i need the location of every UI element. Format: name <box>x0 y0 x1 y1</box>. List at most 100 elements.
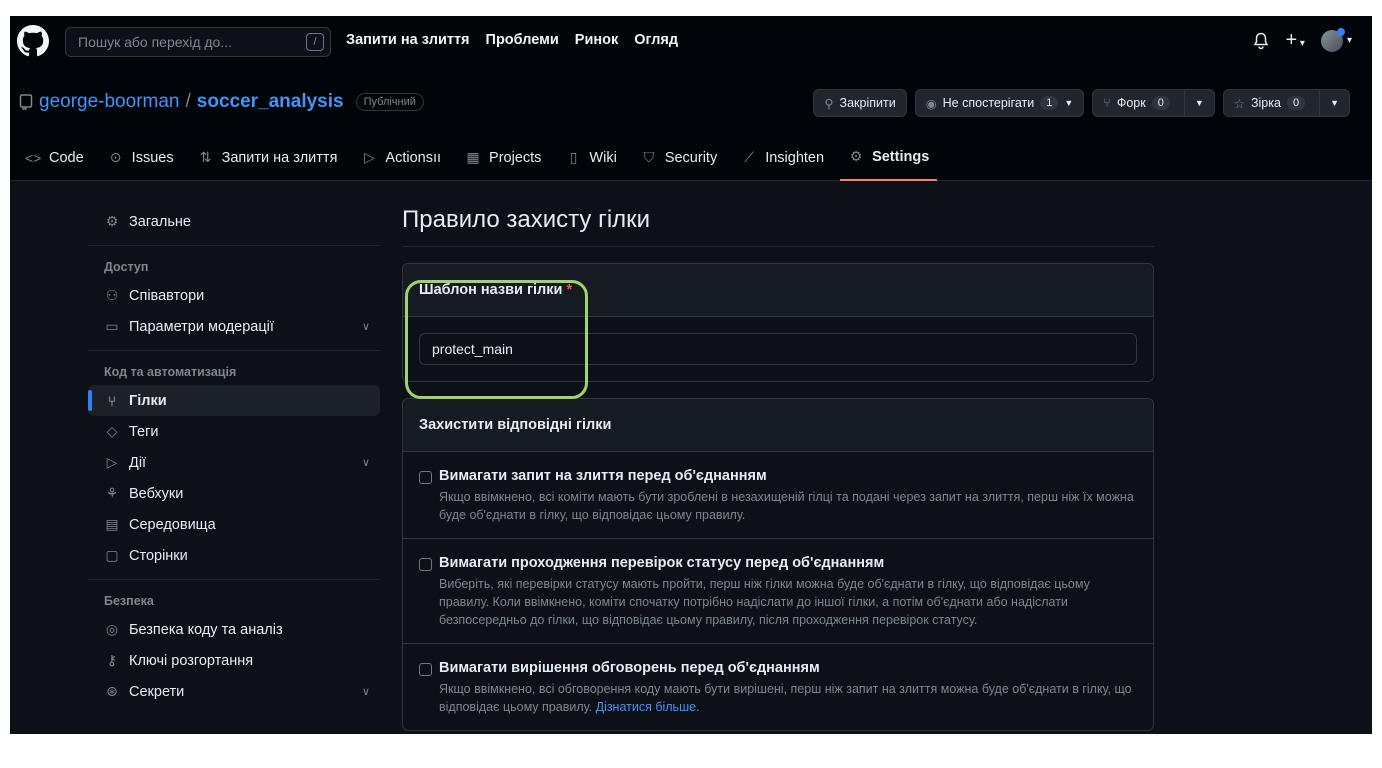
learn-more-link[interactable]: Дізнатися більше <box>596 700 696 714</box>
chevron-down-icon: ▾ <box>1297 38 1305 49</box>
star-dropdown-icon[interactable]: ▼ <box>1319 90 1339 116</box>
eye-icon: ◉ <box>925 96 937 111</box>
tab-label: Wiki <box>589 149 617 166</box>
bell-icon[interactable] <box>1253 32 1269 50</box>
sidebar-item-code-security[interactable]: ◎ Безпека коду та аналіз <box>88 614 380 645</box>
sidebar-item-label: Теги <box>129 423 159 440</box>
settings-sidebar: ⚙ Загальне Доступ ⚇ Співавтори ▭ Параметри … <box>88 206 380 707</box>
people-icon: ⚇ <box>105 287 119 303</box>
nav-pull-requests[interactable]: Запити на злиття <box>346 32 470 48</box>
gear-icon: ⚙ <box>849 148 863 164</box>
visibility-badge: Публічний <box>355 93 424 111</box>
sidebar-item-actions[interactable]: ▷ Дії ∨ <box>88 447 380 478</box>
branch-pattern-box: Шаблон назви гілки * protect_main <box>402 263 1154 382</box>
create-new-button[interactable]: + ▾ <box>1285 29 1305 52</box>
field-label: Шаблон назви гілки <box>419 282 563 298</box>
rule-require-pr: Вимагати запит на злиття перед об'єднанн… <box>403 452 1153 539</box>
fork-button[interactable]: ⑂ Форк 0 ▼ <box>1092 89 1215 117</box>
tab-label: Security <box>664 149 718 166</box>
tab-projects[interactable]: ▦ Projects <box>465 148 541 181</box>
sidebar-heading-security: Безпека <box>104 594 154 608</box>
sidebar-item-branches[interactable]: ⑂ Гілки <box>88 385 380 416</box>
require-conversation-resolution-checkbox[interactable] <box>419 663 432 676</box>
tab-actions[interactable]: ▷ Actionsıı <box>361 148 441 181</box>
fork-count: 0 <box>1151 96 1170 110</box>
avatar <box>1320 27 1345 52</box>
sidebar-item-secrets[interactable]: ⊛ Секрети ∨ <box>88 676 380 707</box>
require-pr-checkbox[interactable] <box>419 471 432 484</box>
tab-label: Insighten <box>765 149 825 166</box>
fork-icon: ⑂ <box>1103 96 1111 110</box>
sidebar-item-label: Гілки <box>129 392 167 409</box>
tab-issues[interactable]: ⊙ Issues <box>108 148 174 181</box>
sidebar-item-environments[interactable]: ▤ Середовища <box>88 509 380 540</box>
chevron-down-icon: ∨ <box>361 321 370 333</box>
page-title: Правило захисту гілки <box>402 206 1154 247</box>
repo-icon <box>19 94 33 110</box>
repo-header: george-boorman / soccer_analysis Публічн… <box>10 68 1372 181</box>
rule-title[interactable]: Вимагати запит на злиття перед об'єднанн… <box>439 468 1137 484</box>
chevron-down-icon: ∨ <box>361 457 370 469</box>
user-menu[interactable]: ▾ <box>1320 27 1352 52</box>
branch-pattern-label: Шаблон назви гілки * <box>403 264 1153 317</box>
sidebar-item-tags[interactable]: ◇ Теги <box>88 416 380 447</box>
repo-actions: ⚲ Закріпити ◉ Не спостерігати 1 ▼ ⑂ Форк… <box>813 89 1350 117</box>
header-actions: + ▾ ▾ <box>1253 27 1352 52</box>
github-logo-icon[interactable] <box>17 25 49 57</box>
rule-title[interactable]: Вимагати проходження перевірок статусу п… <box>439 555 1137 571</box>
sidebar-item-collaborators[interactable]: ⚇ Співавтори <box>88 280 380 311</box>
sidebar-item-deploy-keys[interactable]: ⚷ Ключі розгортання <box>88 645 380 676</box>
tab-settings[interactable]: ⚙ Settings <box>840 148 938 181</box>
rule-require-status-checks: Вимагати проходження перевірок статусу п… <box>403 539 1153 644</box>
tab-code[interactable]: <> Code <box>25 148 84 181</box>
code-icon: <> <box>25 149 42 166</box>
global-nav: Запити на злиття Проблеми Ринок Огляд <box>346 32 678 48</box>
tag-icon: ◇ <box>106 423 118 439</box>
sidebar-item-label: Дії <box>129 454 147 471</box>
search-input[interactable]: Пошук або перехід до... / <box>65 27 331 57</box>
sidebar-item-moderation[interactable]: ▭ Параметри модерації ∨ <box>88 311 380 342</box>
tab-security[interactable]: ⛉ Security <box>641 148 718 181</box>
repo-title: george-boorman / soccer_analysis Публічн… <box>19 91 424 113</box>
table-icon: ▦ <box>466 149 480 165</box>
chevron-down-icon: ∨ <box>361 686 370 698</box>
protect-branches-heading: Захистити відповідні гілки <box>403 399 1153 452</box>
sidebar-item-label: Безпека коду та аналіз <box>129 621 283 638</box>
rule-description: Якщо ввімкнено, всі коміти мають бути зр… <box>439 490 1134 522</box>
asterisk-icon: ⊛ <box>106 683 118 699</box>
repo-owner-link[interactable]: george-boorman <box>39 91 179 113</box>
protect-branches-box: Захистити відповідні гілки Вимагати запи… <box>402 398 1154 731</box>
search-shortcut-key: / <box>306 33 324 51</box>
tab-wiki[interactable]: ▯ Wiki <box>565 148 617 181</box>
repo-name-link[interactable]: soccer_analysis <box>197 91 344 113</box>
tab-label: Запити на злиття <box>221 149 338 166</box>
nav-issues[interactable]: Проблеми <box>486 32 559 48</box>
branch-pattern-input[interactable]: protect_main <box>419 333 1137 365</box>
star-button[interactable]: ☆ Зірка 0 ▼ <box>1222 89 1350 117</box>
tab-label: Projects <box>489 149 542 166</box>
global-header: Пошук або перехід до... / Запити на злит… <box>10 16 1372 68</box>
fork-dropdown-icon[interactable]: ▼ <box>1183 90 1204 116</box>
sidebar-item-webhooks[interactable]: ⚘ Вебхуки <box>88 478 380 509</box>
pin-button[interactable]: ⚲ Закріпити <box>813 89 907 117</box>
chevron-down-icon: ▼ <box>1064 98 1074 108</box>
rule-title[interactable]: Вимагати вирішення обговорень перед об'є… <box>439 660 1137 676</box>
codescan-icon: ◎ <box>105 621 119 637</box>
fork-label: Форк <box>1116 96 1146 110</box>
repo-tabs: <> Code ⊙ Issues ⇅ Запити на злиття ▷ Action… <box>25 148 938 181</box>
sidebar-item-pages[interactable]: ▢ Сторінки <box>88 540 380 571</box>
nav-marketplace[interactable]: Ринок <box>575 32 618 48</box>
pin-icon: ⚲ <box>824 96 834 111</box>
watch-button[interactable]: ◉ Не спостерігати 1 ▼ <box>914 89 1085 117</box>
tab-pull-requests[interactable]: ⇅ Запити на злиття <box>198 148 338 181</box>
tab-insights[interactable]: ⟋ Insighten <box>741 148 824 181</box>
star-icon: ☆ <box>1233 96 1245 111</box>
pin-label: Закріпити <box>839 96 896 110</box>
rule-description: Якщо ввімкнено, всі обговорення коду маю… <box>439 682 1132 714</box>
nav-explore[interactable]: Огляд <box>634 32 678 48</box>
require-status-checks-checkbox[interactable] <box>419 558 432 571</box>
main-content: Правило захисту гілки Шаблон назви гілки… <box>402 206 1154 731</box>
book-icon: ▯ <box>569 149 578 165</box>
branch-pattern-body: protect_main <box>403 317 1153 381</box>
sidebar-item-general[interactable]: ⚙ Загальне <box>88 206 380 237</box>
